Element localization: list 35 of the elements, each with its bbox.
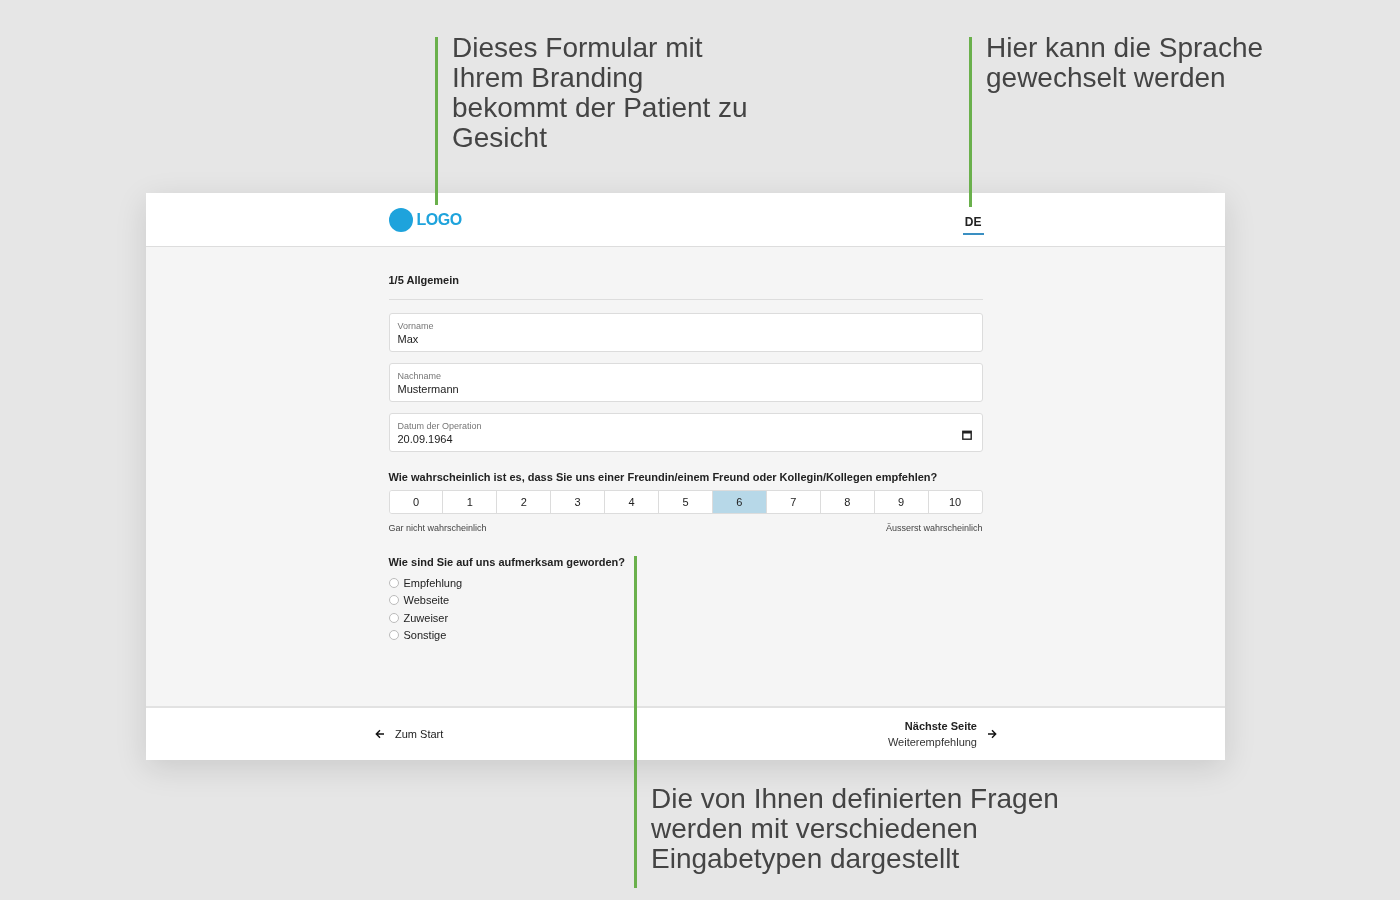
field-value: Mustermann [397, 382, 459, 396]
arrow-left-icon [375, 729, 385, 739]
radio-label[interactable]: Sonstige [403, 629, 447, 642]
logo-circle-icon [388, 207, 413, 232]
field-label: Nachname [397, 370, 443, 382]
field-label: Datum der Operation [397, 420, 482, 432]
annotation-text: Hier kann die Sprache gewechselt werden [986, 33, 1265, 93]
radio-label[interactable]: Empfehlung [403, 576, 463, 589]
rating-option[interactable]: 10 [927, 491, 982, 513]
language-tab[interactable]: DE [962, 208, 984, 235]
rating-option[interactable]: 6 [711, 491, 766, 513]
annotation-text: Die von Ihnen definierten Fragen werden mit verschiedenen Eingabetypen dargestellt [651, 784, 1060, 874]
arrow-right-icon [987, 729, 997, 739]
scale-max-label: Äusserst wahrscheinlich [885, 523, 983, 533]
radio-button[interactable] [388, 595, 399, 606]
radio-button[interactable] [388, 612, 399, 623]
field-value: 20.09.1964 [397, 432, 454, 446]
annotation-text: Dieses Formular mit Ihrem Branding bekommt der Patient zu Gesicht [452, 33, 749, 153]
field-label: Vorname [397, 320, 434, 332]
input-field[interactable]: Vorname Max [388, 313, 983, 352]
calendar-icon[interactable] [961, 429, 972, 440]
logo-text: LOGO [416, 210, 462, 229]
field-value: Max [397, 332, 420, 346]
radio-button[interactable] [388, 630, 399, 641]
step-title: 1/5 Allgemein [388, 274, 460, 286]
next-page-link[interactable]: Nächste Seite Weiterempfehlung [887, 718, 997, 750]
back-link[interactable]: Zum Start [375, 728, 444, 740]
question-text: Wie wahrscheinlich ist es, dass Sie uns einer Freundin/einem Freund oder Kollegin/Kollegen empfehlen? [388, 471, 939, 483]
scale-min-label: Gar nicht wahrscheinlich [388, 523, 487, 533]
input-field[interactable]: Datum der Operation 20.09.1964 [388, 413, 983, 452]
radio-button[interactable] [388, 577, 399, 588]
radio-label[interactable]: Webseite [403, 594, 450, 607]
input-field[interactable]: Nachname Mustermann [388, 363, 983, 402]
radio-label[interactable]: Zuweiser [403, 611, 449, 624]
question-text: Wie sind Sie auf uns aufmerksam geworden? [388, 556, 626, 568]
